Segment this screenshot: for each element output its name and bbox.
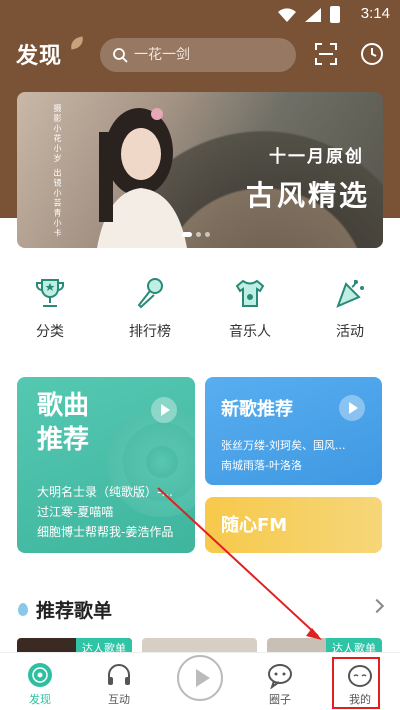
quick-link-musicians[interactable]: 音乐人 <box>215 275 285 341</box>
search-icon <box>113 48 128 63</box>
disc-graphic <box>107 407 195 517</box>
drop-icon <box>18 603 28 616</box>
fm-card[interactable]: 随心FM <box>205 497 382 553</box>
signal-icon <box>305 7 321 22</box>
tab-circle[interactable]: 圈子 <box>250 661 310 707</box>
page-title: 发现 <box>16 44 63 69</box>
quick-link-label: 分类 <box>36 324 64 340</box>
new-songs-card[interactable]: 新歌推荐 张丝万缕-刘珂矣、国风... 南城雨落-叶洛洛 <box>205 377 382 485</box>
new-song-item[interactable]: 南城雨落-叶洛洛 <box>221 457 302 473</box>
carousel-dot <box>196 232 201 237</box>
carousel-indicator <box>182 232 210 237</box>
history-clock-icon[interactable] <box>360 42 384 66</box>
tab-label: 互动 <box>108 693 130 706</box>
quick-link-label: 排行榜 <box>129 324 171 340</box>
status-time: 3:14 <box>360 5 390 22</box>
tab-label: 我的 <box>349 693 371 706</box>
new-song-item[interactable]: 张丝万缕-刘珂矣、国风... <box>221 437 345 453</box>
song-item[interactable]: 大明名士录（纯歌版）-... <box>37 483 173 500</box>
song-item[interactable]: 细胞博士帮帮我-姜浩作品 <box>37 523 173 540</box>
center-play-button[interactable] <box>177 655 223 701</box>
carousel-dot <box>182 232 192 237</box>
new-card-play-button[interactable] <box>339 395 365 421</box>
chat-bubble-icon <box>268 664 292 689</box>
search-input[interactable] <box>134 47 284 63</box>
tab-label: 圈子 <box>269 693 291 706</box>
song-recommend-card[interactable]: 歌曲 推荐 大明名士录（纯歌版）-... 过江寒-夏喵喵 细胞博士帮帮我-姜浩作… <box>17 377 195 553</box>
tab-discover[interactable]: 发现 <box>10 661 70 707</box>
microphone-icon <box>137 278 163 309</box>
quick-link-ranking[interactable]: 排行榜 <box>115 275 185 341</box>
new-card-title: 新歌推荐 <box>221 399 293 420</box>
shirt-icon <box>235 279 265 307</box>
status-bar: 3:14 <box>0 0 400 30</box>
tab-interact[interactable]: 互动 <box>89 661 149 707</box>
carousel-dot <box>205 232 210 237</box>
song-card-play-button[interactable] <box>151 397 177 423</box>
quick-link-activities[interactable]: 活动 <box>315 275 385 341</box>
trophy-icon <box>36 279 64 307</box>
song-card-title: 歌曲 推荐 <box>37 391 90 455</box>
party-popper-icon <box>336 279 364 308</box>
section-title: 推荐歌单 <box>18 596 112 623</box>
banner-side-text: 摄影小花小岁 出镜小芸青小卡 <box>53 104 62 239</box>
disc-icon <box>28 663 52 687</box>
wifi-icon <box>278 7 296 22</box>
tab-label: 发现 <box>29 693 51 706</box>
scan-icon[interactable] <box>314 42 338 66</box>
quick-link-label: 活动 <box>336 324 364 340</box>
quick-link-category[interactable]: 分类 <box>15 275 85 341</box>
headphones-icon <box>108 664 130 685</box>
promo-banner[interactable] <box>17 92 383 248</box>
chevron-right-icon[interactable] <box>369 598 385 614</box>
face-icon <box>348 665 372 687</box>
status-icons <box>278 6 340 23</box>
fm-card-title: 随心FM <box>221 515 288 536</box>
quick-link-label: 音乐人 <box>229 324 271 340</box>
banner-title: 古风精选 <box>245 179 370 212</box>
song-item[interactable]: 过江寒-夏喵喵 <box>37 503 113 520</box>
banner-subtitle: 十一月原创 <box>269 147 364 167</box>
battery-icon <box>330 6 340 23</box>
search-bar[interactable] <box>100 38 296 72</box>
banner-portrait-image <box>97 108 187 248</box>
tab-me[interactable]: 我的 <box>330 661 390 707</box>
